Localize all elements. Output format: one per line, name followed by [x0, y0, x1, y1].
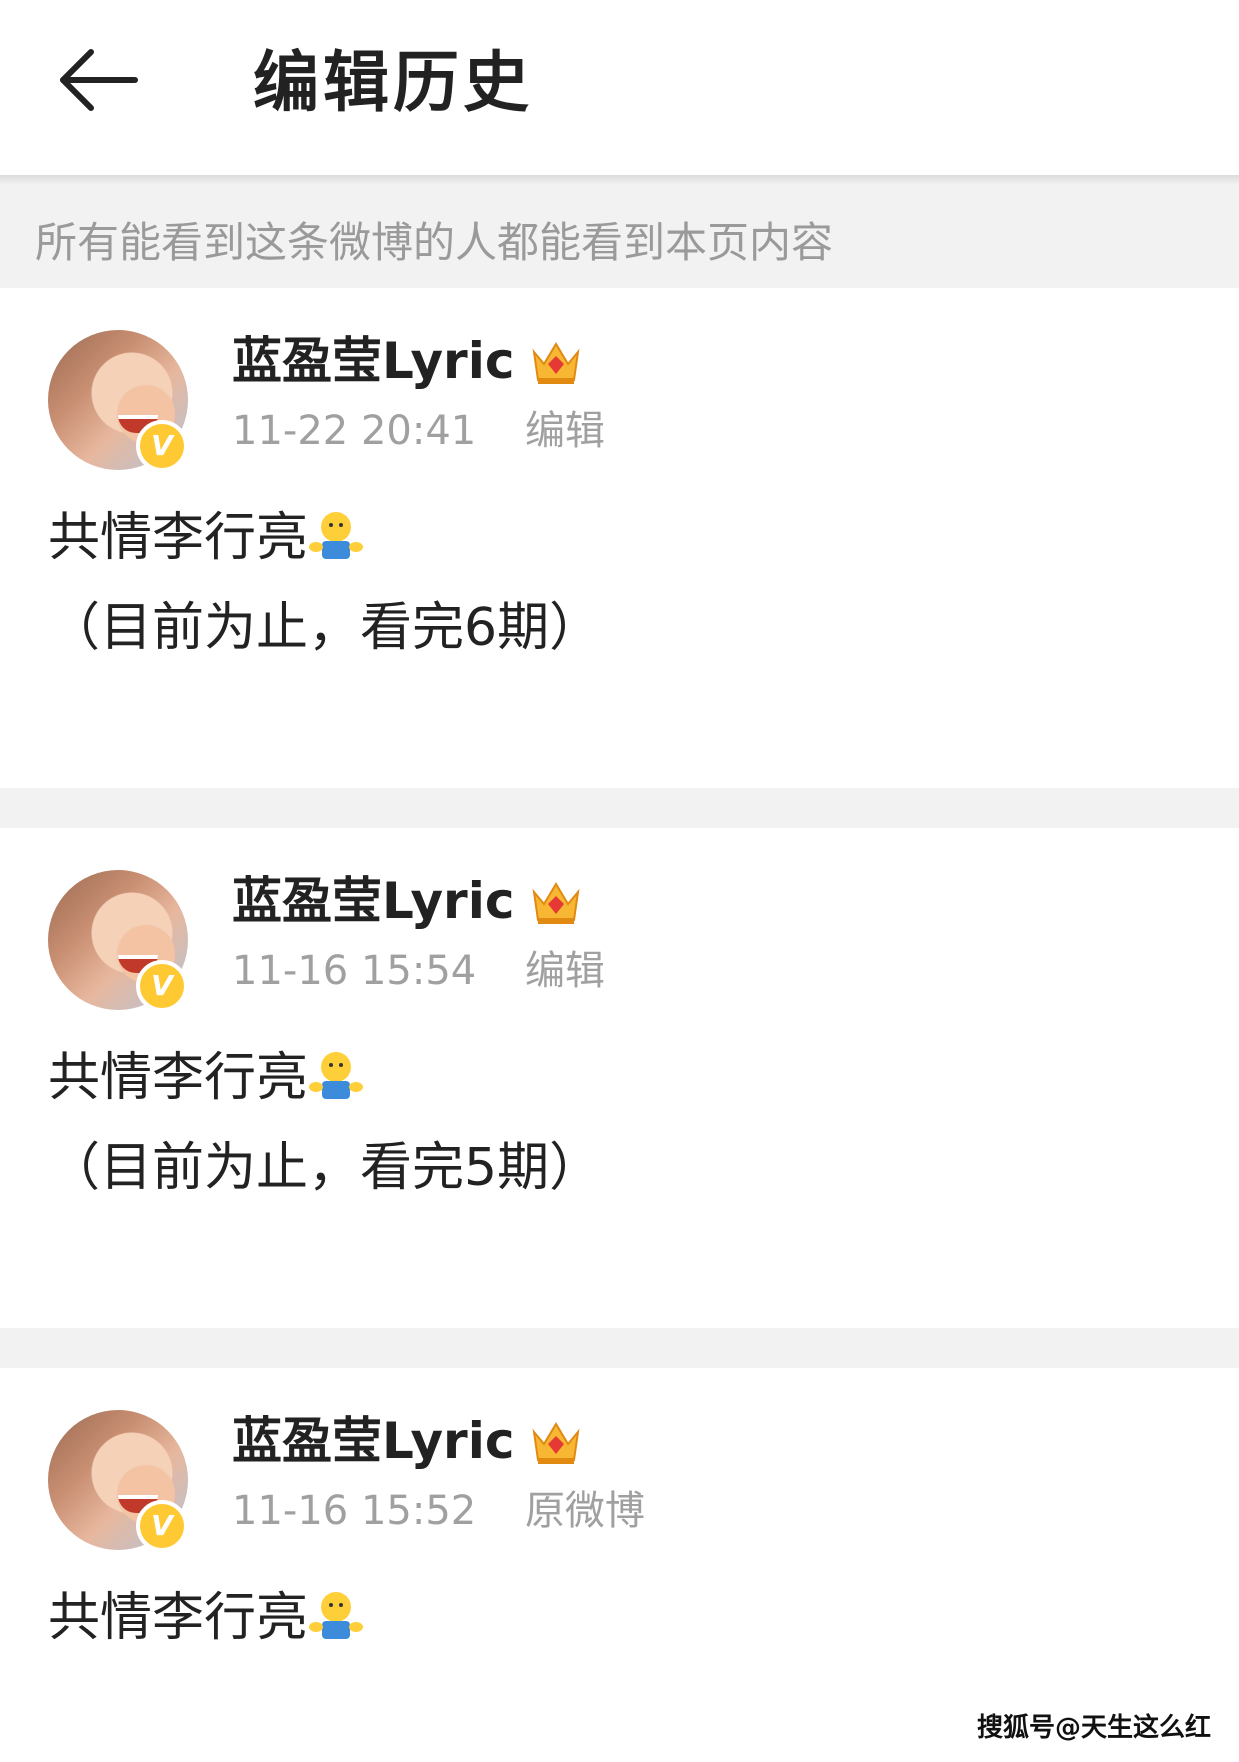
crown-icon [532, 1422, 580, 1464]
post-time: 11-16 15:54 [232, 948, 477, 994]
verified-v-icon: V [136, 420, 188, 472]
username[interactable]: 蓝盈莹Lyric [232, 328, 515, 394]
edit-label: 编辑 [524, 408, 605, 454]
verified-v-icon: V [136, 1500, 188, 1552]
post-meta: 11-16 15:54 编辑 [232, 943, 605, 999]
username[interactable]: 蓝盈莹Lyric [232, 868, 515, 934]
post-meta: 11-22 20:41 编辑 [232, 403, 605, 459]
section-gap [0, 788, 1239, 828]
original-post-link[interactable]: 原微博 [525, 1488, 645, 1534]
avatar[interactable]: V [48, 330, 188, 472]
content-text: 共情李行亮 [48, 1588, 309, 1648]
hug-emoji-icon [309, 1052, 364, 1099]
content-text: 共情李行亮 [48, 508, 309, 568]
crown-icon [532, 342, 580, 384]
post-time: 11-22 20:41 [232, 408, 477, 454]
section-gap [0, 1328, 1239, 1368]
notice-text: 所有能看到这条微博的人都能看到本页内容 [35, 218, 834, 267]
back-arrow-icon [60, 49, 138, 111]
content-line: （目前为止，看完6期） [48, 598, 602, 658]
page-title: 编辑历史 [253, 44, 533, 121]
crown-icon [532, 882, 580, 924]
content-line: 共情李行亮 [48, 1573, 364, 1663]
history-post: V 蓝盈莹Lyric 11-16 15:54 编辑 共情李行亮 （目前为止，看完… [0, 828, 1239, 1328]
post-content: 共情李行亮 （目前为止，看完5期） [48, 1033, 601, 1213]
top-bar: 编辑历史 [0, 0, 1239, 175]
hug-emoji-icon [309, 512, 364, 559]
hug-emoji-icon [309, 1592, 364, 1639]
avatar[interactable]: V [48, 870, 188, 1012]
verified-v-icon: V [136, 960, 188, 1012]
content-line: （目前为止，看完5期） [48, 1138, 602, 1198]
post-content: 共情李行亮 （目前为止，看完6期） [48, 493, 601, 673]
history-post: V 蓝盈莹Lyric 11-22 20:41 编辑 共情李行亮 （目前为止，看完… [0, 288, 1239, 788]
watermark: 搜狐号@天生这么红 [976, 1713, 1211, 1743]
edit-label: 编辑 [524, 948, 605, 994]
history-post: V 蓝盈莹Lyric 11-16 15:52 原微博 共情李行亮 [0, 1368, 1239, 1762]
content-line: 共情李行亮 [48, 493, 601, 583]
avatar[interactable]: V [48, 1410, 188, 1552]
post-time: 11-16 15:52 [232, 1488, 477, 1534]
back-button[interactable] [55, 40, 145, 120]
post-meta: 11-16 15:52 原微博 [232, 1483, 645, 1539]
header-divider [0, 175, 1239, 185]
content-line: 共情李行亮 [48, 1033, 601, 1123]
visibility-notice: 所有能看到这条微博的人都能看到本页内容 [0, 185, 1239, 288]
username[interactable]: 蓝盈莹Lyric [232, 1408, 515, 1474]
content-text: 共情李行亮 [48, 1048, 309, 1108]
post-content: 共情李行亮 [48, 1573, 364, 1663]
